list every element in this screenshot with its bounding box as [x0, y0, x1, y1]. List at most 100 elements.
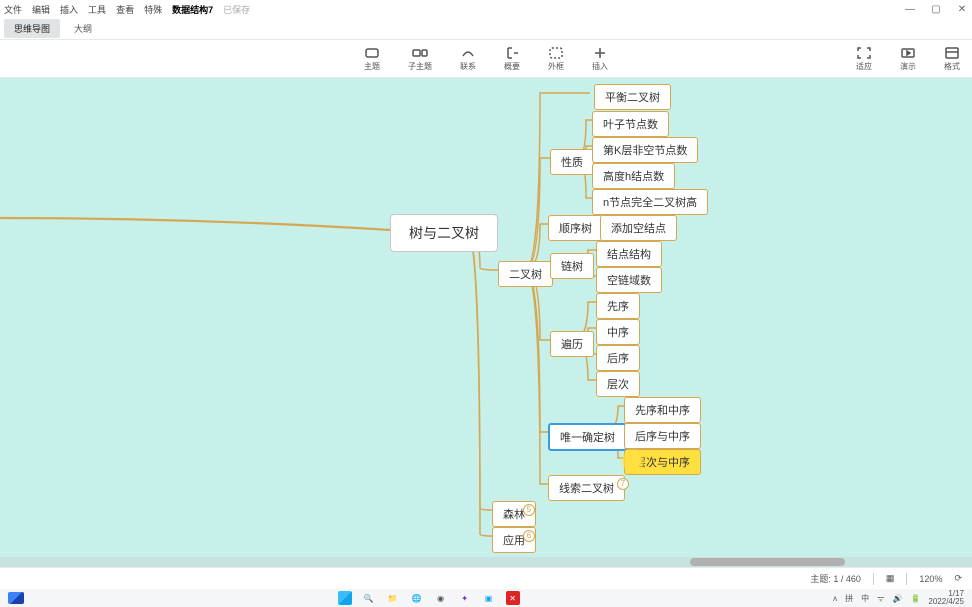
menu-view[interactable]: 查看	[116, 3, 134, 16]
menu-insert[interactable]: 插入	[60, 3, 78, 16]
tool-present[interactable]: 演示	[900, 46, 916, 72]
taskbar: 🔍 📁 🌐 ◉ ✦ ▣ ✕ ʌ 拼 中 ᯤ 🔊 🔋 1/17 2022/4/25	[0, 589, 972, 607]
tool-fit-label: 适应	[856, 61, 872, 72]
format-icon	[944, 46, 960, 60]
node-chain-null[interactable]: 空链域数	[596, 267, 662, 293]
node-trav-post[interactable]: 后序	[596, 345, 640, 371]
node-uniq-po[interactable]: 后序与中序	[624, 423, 701, 449]
status-grid-icon[interactable]: ▦	[886, 573, 895, 584]
tool-topic-label: 主题	[364, 61, 380, 72]
node-prop-k[interactable]: 第K层非空节点数	[592, 137, 698, 163]
scrollbar-horizontal[interactable]	[0, 557, 972, 567]
tab-mindmap[interactable]: 思维导图	[4, 19, 60, 38]
tray-vol-icon[interactable]: 🔊	[892, 594, 902, 603]
taskbar-widgets-icon[interactable]	[8, 592, 24, 604]
node-uniq-li[interactable]: 层次与中序	[624, 449, 701, 475]
topic-icon	[364, 46, 380, 60]
tray-bat-icon[interactable]: 🔋	[910, 594, 920, 603]
tab-outline[interactable]: 大纲	[64, 19, 102, 38]
subtopic-icon	[412, 46, 428, 60]
tool-boundary-label: 外框	[548, 61, 564, 72]
tool-format-label: 格式	[944, 61, 960, 72]
node-seq-add[interactable]: 添加空结点	[600, 215, 677, 241]
tool-fit[interactable]: 适应	[856, 46, 872, 72]
mindmap-canvas[interactable]: 树与二叉树 平衡二叉树 性质 叶子节点数 第K层非空节点数 高度h结点数 n节点…	[0, 78, 972, 567]
link-icon	[460, 46, 476, 60]
node-balanced[interactable]: 平衡二叉树	[594, 84, 671, 110]
taskbar-chrome-icon[interactable]: ◉	[434, 591, 448, 605]
status-bar: 主题: 1 / 460 ▦ 120% ⟳	[0, 567, 972, 589]
scrollbar-thumb[interactable]	[690, 558, 845, 566]
window-min-button[interactable]: —	[904, 4, 916, 15]
node-prop-n[interactable]: n节点完全二叉树高	[592, 189, 708, 215]
plus-icon	[592, 46, 608, 60]
taskbar-app3-icon[interactable]: ✕	[506, 591, 520, 605]
taskbar-center: 🔍 📁 🌐 ◉ ✦ ▣ ✕	[338, 591, 520, 605]
present-icon	[900, 46, 916, 60]
node-chain-node[interactable]: 结点结构	[596, 241, 662, 267]
tool-link[interactable]: 联系	[460, 46, 476, 72]
node-bin[interactable]: 二叉树	[498, 261, 553, 287]
tray-pin-icon[interactable]: 拼	[845, 593, 853, 604]
status-divider	[906, 573, 907, 585]
window-controls: — ▢ ✕	[904, 4, 968, 15]
tool-subtopic[interactable]: 子主题	[408, 46, 432, 72]
tool-summary-label: 概要	[504, 61, 520, 72]
menu-file[interactable]: 文件	[4, 3, 22, 16]
node-chain[interactable]: 链树	[550, 253, 594, 279]
tray-ime-icon[interactable]: 中	[861, 593, 869, 604]
fit-icon	[856, 46, 872, 60]
taskbar-app1-icon[interactable]: ✦	[458, 591, 472, 605]
tool-present-label: 演示	[900, 61, 916, 72]
tool-link-label: 联系	[460, 61, 476, 72]
menu-tool[interactable]: 工具	[88, 3, 106, 16]
taskbar-edge-icon[interactable]: 🌐	[410, 591, 424, 605]
menu-bar: 文件 编辑 插入 工具 查看 特殊 数据结构7 已保存 — ▢ ✕	[0, 0, 972, 18]
node-trav-in[interactable]: 中序	[596, 319, 640, 345]
window-max-button[interactable]: ▢	[930, 4, 942, 15]
status-zoom-sync[interactable]: ⟳	[954, 573, 962, 584]
connectors	[0, 78, 972, 567]
node-trav[interactable]: 遍历	[550, 331, 594, 357]
tool-format[interactable]: 格式	[944, 46, 960, 72]
taskbar-search-icon[interactable]: 🔍	[362, 591, 376, 605]
taskbar-app2-icon[interactable]: ▣	[482, 591, 496, 605]
node-prop-h[interactable]: 高度h结点数	[592, 163, 675, 189]
window-close-button[interactable]: ✕	[956, 4, 968, 15]
save-status: 已保存	[223, 3, 250, 16]
taskbar-explorer-icon[interactable]: 📁	[386, 591, 400, 605]
collapse-app[interactable]: 6	[523, 530, 535, 542]
node-seq[interactable]: 顺序树	[548, 215, 603, 241]
menu-edit[interactable]: 编辑	[32, 3, 50, 16]
node-uniq-pi[interactable]: 先序和中序	[624, 397, 701, 423]
tool-subtopic-label: 子主题	[408, 61, 432, 72]
boundary-icon	[548, 46, 564, 60]
menu-special[interactable]: 特殊	[144, 3, 162, 16]
collapse-thread[interactable]: 7	[617, 478, 629, 490]
tool-insert[interactable]: 插入	[592, 46, 608, 72]
taskbar-tray: ʌ 拼 中 ᯤ 🔊 🔋 1/17 2022/4/25	[833, 590, 964, 606]
toolbar: 主题 子主题 联系 概要 外框 插入 适应 演示	[0, 40, 972, 78]
tray-clock-line2: 2022/4/25	[928, 597, 964, 606]
node-trav-level[interactable]: 层次	[596, 371, 640, 397]
tool-insert-label: 插入	[592, 61, 608, 72]
node-prop-leaf[interactable]: 叶子节点数	[592, 111, 669, 137]
canvas-wrap: 树与二叉树 平衡二叉树 性质 叶子节点数 第K层非空节点数 高度h结点数 n节点…	[0, 78, 972, 567]
tool-topic[interactable]: 主题	[364, 46, 380, 72]
tab-bar: 思维导图 大纲	[0, 18, 972, 40]
tray-wifi-icon[interactable]: ᯤ	[877, 593, 884, 604]
node-root[interactable]: 树与二叉树	[390, 214, 498, 252]
tray-clock[interactable]: 1/17 2022/4/25	[928, 590, 964, 606]
node-prop[interactable]: 性质	[550, 149, 594, 175]
status-zoom[interactable]: 120%	[919, 574, 942, 584]
node-uniq[interactable]: 唯一确定树	[548, 423, 627, 451]
doc-title: 数据结构7	[172, 3, 213, 16]
tool-boundary[interactable]: 外框	[548, 46, 564, 72]
node-thread[interactable]: 线索二叉树	[548, 475, 625, 501]
tool-summary[interactable]: 概要	[504, 46, 520, 72]
tray-up-icon[interactable]: ʌ	[833, 594, 837, 603]
node-trav-pre[interactable]: 先序	[596, 293, 640, 319]
taskbar-start-icon[interactable]	[338, 591, 352, 605]
status-word-count: 主题: 1 / 460	[810, 572, 861, 585]
collapse-forest[interactable]: 5	[523, 504, 535, 516]
